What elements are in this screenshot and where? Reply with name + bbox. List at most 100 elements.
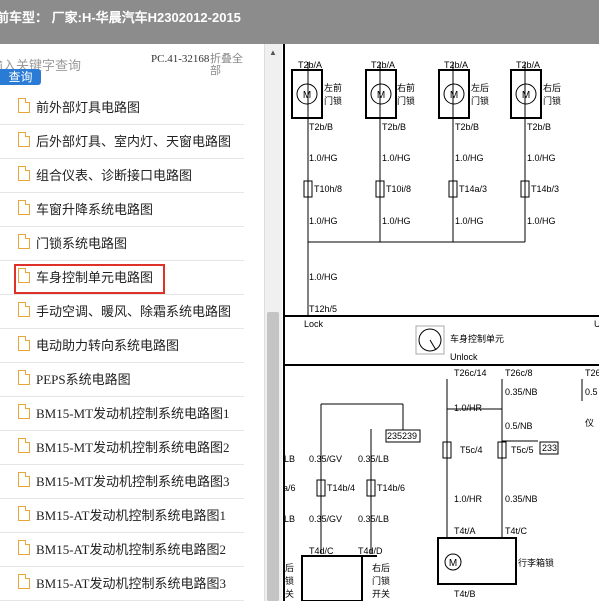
tree-item[interactable]: 电动助力转向系统电路图 <box>0 328 244 363</box>
tree-item[interactable]: PEPS系统电路图 <box>0 362 244 397</box>
wire-05: 0.5 <box>585 387 598 397</box>
tree-item[interactable]: 车窗升降系统电路图 <box>0 192 244 227</box>
document-icon <box>18 336 30 351</box>
pin-t4ta: T4t/A <box>454 526 476 536</box>
tree-item[interactable]: 门锁系统电路图 <box>0 226 244 261</box>
pin-t4dc: T4d/C <box>309 546 334 556</box>
fuse-t5c4: T5c/4 <box>460 445 483 455</box>
wire-035nb-b: 0.35/NB <box>505 494 538 504</box>
motor1-wire1: 1.0/HG <box>309 153 338 163</box>
motor1-top-pin: T2b/A <box>298 60 322 70</box>
tree-item-label: 车窗升降系统电路图 <box>36 202 154 217</box>
tree-item[interactable]: 车身控制单元电路图 <box>0 260 244 295</box>
trunk-lock-label: 行李箱锁 <box>518 557 554 568</box>
window-title: 前车型： 厂家:H-华晨汽车H2302012-2015 <box>0 10 241 25</box>
motor4-wire1: 1.0/HG <box>527 153 556 163</box>
lock-pin-label: T12h/5 <box>309 304 337 314</box>
wiring-diagram-svg: T2b/A T2b/A T2b/A T2b/A 左前 门锁 右前 门锁 左后 门… <box>283 44 599 601</box>
tree-item[interactable]: BM15-MT发动机控制系统电路图3 <box>0 464 244 499</box>
trunk-motor-m-icon: M <box>449 558 457 569</box>
pin-t4tb: T4t/B <box>454 589 476 599</box>
wiring-diagram-view[interactable]: T2b/A T2b/A T2b/A T2b/A 左前 门锁 右前 门锁 左后 门… <box>282 44 599 601</box>
tree-item[interactable]: BM15-MT发动机控制系统电路图2 <box>0 430 244 465</box>
side-right-3: 开关 <box>372 588 390 599</box>
yi-label: 仪 <box>585 418 594 428</box>
tree-item[interactable]: BM15-AT发动机控制系统电路图3 <box>0 566 244 601</box>
motor-m-icon: M <box>303 90 311 101</box>
side-left-1: 后 <box>285 563 294 573</box>
motor1-fuse: T10h/8 <box>314 184 342 194</box>
unlock-label: Unlock <box>450 352 478 362</box>
motor3-name-2: 门锁 <box>471 95 489 106</box>
motor2-wire1: 1.0/HG <box>382 153 411 163</box>
tree-item[interactable]: 组合仪表、诊断接口电路图 <box>0 158 244 193</box>
tree-item-label: BM15-AT发动机控制系统电路图1 <box>36 508 226 523</box>
scroll-thumb[interactable] <box>267 312 279 601</box>
tree-item[interactable]: BM15-MT发动机控制系统电路图1 <box>0 396 244 431</box>
scroll-up-arrow-icon[interactable]: ▲ <box>269 48 277 57</box>
tree-item-label: BM15-MT发动机控制系统电路图1 <box>36 406 230 421</box>
tree-item[interactable]: BM15-AT发动机控制系统电路图1 <box>0 498 244 533</box>
lock-label: Lock <box>304 319 324 329</box>
search-area: 输入关键字查询 查询 PC.41-32168 折叠全部 <box>0 44 264 94</box>
motor-m-icon: M <box>450 90 458 101</box>
left-wire-label: 1.0/HG <box>309 272 338 282</box>
tree-item-label: 组合仪表、诊断接口电路图 <box>36 168 193 183</box>
search-button[interactable]: 查询 <box>0 69 41 85</box>
wire-035gv-b: 0.35/GV <box>309 514 342 524</box>
tree-item-label: BM15-AT发动机控制系统电路图2 <box>36 542 226 557</box>
motor4-name-2: 门锁 <box>543 95 561 106</box>
side-left-2: 锁 <box>285 575 294 586</box>
motor1-wire2: 1.0/HG <box>309 216 338 226</box>
collapse-all-link[interactable]: 折叠全部 <box>210 53 250 77</box>
motor2-bottom-pin: T2b/B <box>382 122 406 132</box>
tag-233: 233 <box>542 443 557 453</box>
tree-item-label: 电动助力转向系统电路图 <box>36 338 180 353</box>
wire-10hr-b: 1.0/HR <box>454 494 483 504</box>
motor2-top-pin: T2b/A <box>371 60 395 70</box>
pin-t14b6: T14b/6 <box>377 483 405 493</box>
motor3-name-1: 左后 <box>471 82 489 93</box>
side-right-1: 右后 <box>372 562 390 573</box>
motor4-name-1: 右后 <box>543 82 561 93</box>
document-icon <box>18 234 30 249</box>
wire-035gv-a: 0.35/GV <box>309 454 342 464</box>
motor2-wire2: 1.0/HG <box>382 216 411 226</box>
wire-035lb-a: 0.35/LB <box>358 454 389 464</box>
document-icon <box>18 506 30 521</box>
page-code: PC.41-32168 <box>151 53 210 65</box>
document-icon <box>18 302 30 317</box>
tree-item-label: 前外部灯具电路图 <box>36 100 141 115</box>
motor4-bottom-pin: T2b/B <box>527 122 551 132</box>
conn-t26c8: T26c/8 <box>505 368 533 378</box>
motor4-fuse: T14b/3 <box>531 184 559 194</box>
document-icon <box>18 574 30 589</box>
motor3-wire2: 1.0/HG <box>455 216 484 226</box>
tree-item-label: BM15-MT发动机控制系统电路图2 <box>36 440 230 455</box>
motor-m-icon: M <box>522 90 530 101</box>
tree-item[interactable]: 手动空调、暖风、除霜系统电路图 <box>0 294 244 329</box>
document-icon <box>18 98 30 113</box>
conn-t26c14: T26c/14 <box>454 368 487 378</box>
motor4-wire2: 1.0/HG <box>527 216 556 226</box>
motor1-name-1: 左前 <box>324 82 342 93</box>
motor3-wire1: 1.0/HG <box>455 153 484 163</box>
motor3-top-pin: T2b/A <box>444 60 468 70</box>
selection-highlight <box>14 264 165 294</box>
left-panel: 输入关键字查询 查询 PC.41-32168 折叠全部 前外部灯具电路图后外部灯… <box>0 44 264 601</box>
tree-item-label: 手动空调、暖风、除霜系统电路图 <box>36 304 232 319</box>
tree-item[interactable]: 前外部灯具电路图 <box>0 90 244 125</box>
document-icon <box>18 200 30 215</box>
motor2-name-1: 右前 <box>397 82 415 93</box>
fuse-t5c5: T5c/5 <box>511 445 534 455</box>
tree-item-label: BM15-AT发动机控制系统电路图3 <box>36 576 226 591</box>
tag-235239: 235239 <box>387 431 417 441</box>
motor3-bottom-pin: T2b/B <box>455 122 479 132</box>
module-label: 车身控制单元 <box>450 333 504 344</box>
left-scrollbar[interactable]: ▲ <box>264 44 282 601</box>
tree-item[interactable]: 后外部灯具、室内灯、天窗电路图 <box>0 124 244 159</box>
tree-item-label: 门锁系统电路图 <box>36 236 128 251</box>
tree-item[interactable]: BM15-AT发动机控制系统电路图2 <box>0 532 244 567</box>
motor1-bottom-pin: T2b/B <box>309 122 333 132</box>
title-bar: 前车型： 厂家:H-华晨汽车H2302012-2015 <box>0 0 599 44</box>
